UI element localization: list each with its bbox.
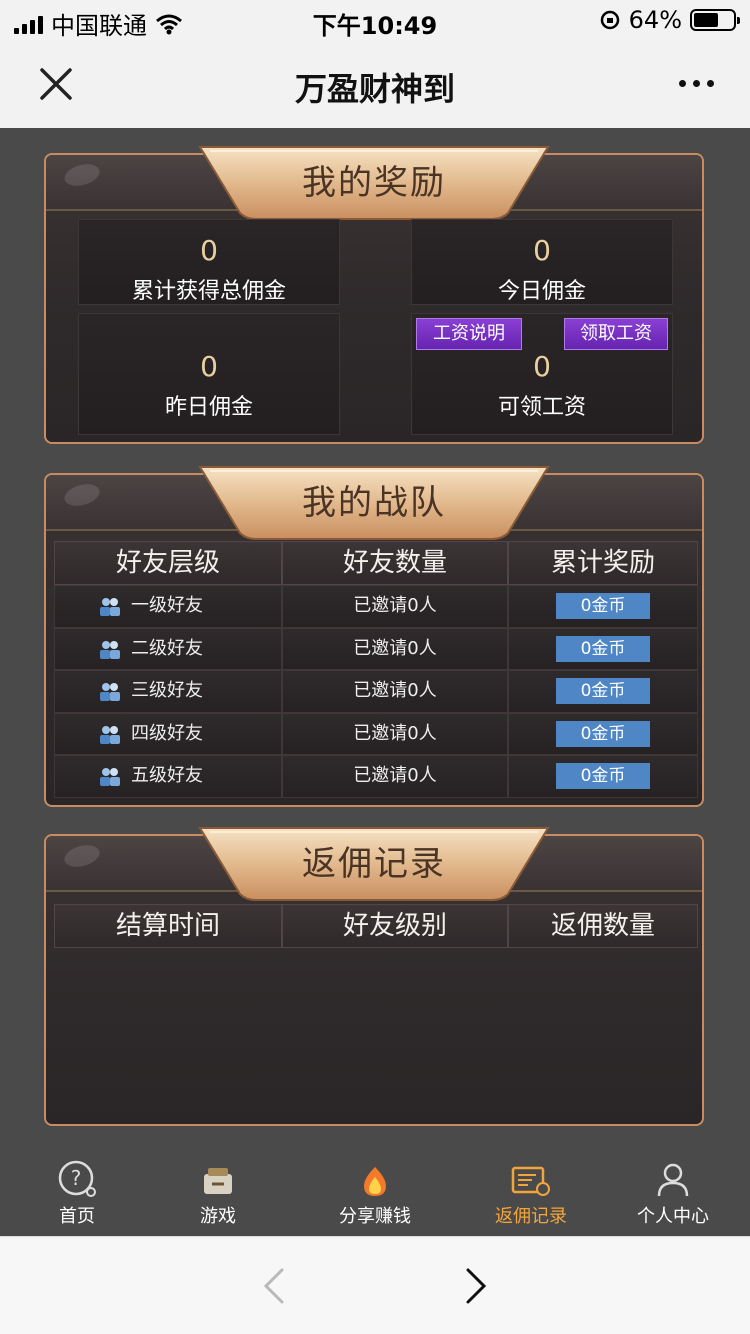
column-header: 返佣数量 (508, 904, 698, 948)
status-bar: 中国联通 下午10:49 64% (0, 0, 750, 42)
friends-icon (100, 683, 120, 701)
yesterday-commission-card: 0 昨日佣金 (78, 313, 340, 435)
friend-count-cell: 已邀请0人 (282, 585, 508, 628)
reward-cell: 0金币 (508, 585, 698, 628)
claimable-salary-value: 0 (533, 350, 551, 383)
claim-salary-button[interactable]: 领取工资 (564, 318, 668, 350)
tab-home[interactable]: ? 首页 (2, 1150, 152, 1228)
today-commission-label: 今日佣金 (497, 279, 586, 304)
back-arrow-icon[interactable] (260, 1267, 288, 1305)
rebate-title: 返佣记录 (302, 844, 446, 884)
reward-cell: 0金币 (508, 670, 698, 713)
rotation-lock-icon (600, 10, 619, 30)
team-table: 好友层级 好友数量 累计奖励 一级好友 已邀请0人 0金币 二级好友 已邀请0人 0金币三… (54, 541, 698, 798)
rewards-panel: 我的奖励 0 累计获得总佣金 0 今日佣金 0 昨日佣金 0 可领工资 工资说明… (44, 146, 704, 444)
reward-cell: 0金币 (508, 712, 698, 755)
friends-icon (100, 640, 120, 659)
help-icon: ? (58, 1160, 96, 1197)
friend-count-cell: 已邀请0人 (282, 627, 508, 670)
friend-level-cell: 二级好友 (54, 627, 282, 670)
reward-cell: 0金币 (508, 627, 698, 670)
yesterday-commission-value: 0 (200, 350, 218, 383)
coin-reward-badge: 0金币 (556, 720, 650, 747)
column-header: 好友层级 (54, 541, 282, 585)
total-commission-label: 累计获得总佣金 (131, 279, 286, 304)
friend-count-cell: 已邀请0人 (282, 670, 508, 713)
rewards-title: 我的奖励 (302, 163, 446, 203)
friend-count-cell: 已邀请0人 (282, 755, 508, 798)
forward-arrow-icon[interactable] (462, 1267, 490, 1305)
rebate-table-header: 结算时间 好友级别 返佣数量 (54, 904, 698, 948)
battery-percent: 64% (628, 6, 682, 34)
team-title-plaque: 我的战队 (196, 463, 552, 541)
total-commission-value: 0 (200, 234, 218, 267)
friend-level-label: 二级好友 (131, 637, 203, 659)
tab-label: 分享赚钱 (339, 1206, 411, 1227)
table-row: 二级好友 已邀请0人 0金币 (54, 627, 698, 670)
today-commission-value: 0 (533, 234, 551, 267)
friend-count-cell: 已邀请0人 (282, 712, 508, 755)
friends-icon (100, 768, 120, 786)
column-header: 结算时间 (54, 904, 282, 948)
team-table-header: 好友层级 好友数量 累计奖励 (54, 541, 698, 585)
rebate-panel: 返佣记录 结算时间 好友级别 返佣数量 (44, 827, 704, 1126)
table-row: 四级好友 已邀请0人 0金币 (54, 712, 698, 755)
more-icon[interactable] (679, 80, 714, 87)
page-title: 万盈财神到 (294, 70, 455, 108)
rebate-title-plaque: 返佣记录 (196, 824, 552, 902)
coin-reward-badge: 0金币 (556, 635, 650, 662)
yesterday-commission-label: 昨日佣金 (164, 395, 253, 420)
tab-label: 游戏 (200, 1206, 236, 1227)
battery-icon (690, 9, 740, 31)
salary-info-button[interactable]: 工资说明 (416, 318, 522, 350)
tab-profile[interactable]: 个人中心 (598, 1150, 748, 1228)
friend-level-label: 三级好友 (131, 680, 203, 701)
column-header: 好友级别 (282, 904, 508, 948)
rewards-title-plaque: 我的奖励 (196, 143, 552, 221)
claimable-salary-label: 可领工资 (497, 395, 586, 420)
games-icon (204, 1168, 232, 1194)
reward-cell: 0金币 (508, 755, 698, 798)
column-header: 好友数量 (282, 541, 508, 585)
share-fire-icon (364, 1167, 386, 1196)
nav-bar: 万盈财神到 (0, 42, 750, 128)
svg-text:?: ? (71, 1166, 82, 1190)
friend-level-label: 四级好友 (131, 722, 203, 744)
tab-rebate-record[interactable]: 返佣记录 (456, 1150, 606, 1228)
tab-label: 首页 (59, 1206, 95, 1227)
tab-label: 个人中心 (637, 1206, 709, 1227)
tab-share-earn[interactable]: 分享赚钱 (300, 1150, 450, 1228)
coin-reward-badge: 0金币 (556, 678, 650, 704)
rebate-record-icon (511, 1166, 550, 1196)
coin-reward-badge: 0金币 (556, 763, 650, 789)
friend-level-label: 一级好友 (131, 595, 203, 616)
user-icon (657, 1163, 689, 1197)
browser-toolbar (0, 1236, 750, 1334)
rebate-table: 结算时间 好友级别 返佣数量 (54, 904, 698, 948)
tab-games[interactable]: 游戏 (143, 1150, 293, 1228)
coin-reward-badge: 0金币 (556, 593, 650, 619)
friend-level-cell: 五级好友 (54, 755, 282, 798)
total-commission-card: 0 累计获得总佣金 (78, 219, 340, 305)
tab-label: 返佣记录 (495, 1206, 567, 1227)
friends-icon (100, 725, 120, 744)
friend-level-cell: 四级好友 (54, 712, 282, 755)
today-commission-card: 0 今日佣金 (411, 219, 673, 305)
column-header: 累计奖励 (508, 541, 698, 585)
friend-level-cell: 一级好友 (54, 585, 282, 628)
table-row: 三级好友 已邀请0人 0金币 (54, 670, 698, 713)
team-title: 我的战队 (302, 483, 446, 523)
friend-level-label: 五级好友 (131, 765, 203, 786)
table-row: 五级好友 已邀请0人 0金币 (54, 755, 698, 798)
friends-icon (100, 598, 120, 616)
table-row: 一级好友 已邀请0人 0金币 (54, 585, 698, 628)
friend-level-cell: 三级好友 (54, 670, 282, 713)
tab-bar: ? 首页 游戏 分享赚钱 返佣记录 个人中心 (0, 1150, 750, 1236)
team-panel: 我的战队 好友层级 好友数量 累计奖励 一级好友 已邀请0人 0金币 二级好友 已邀请0… (44, 466, 704, 807)
